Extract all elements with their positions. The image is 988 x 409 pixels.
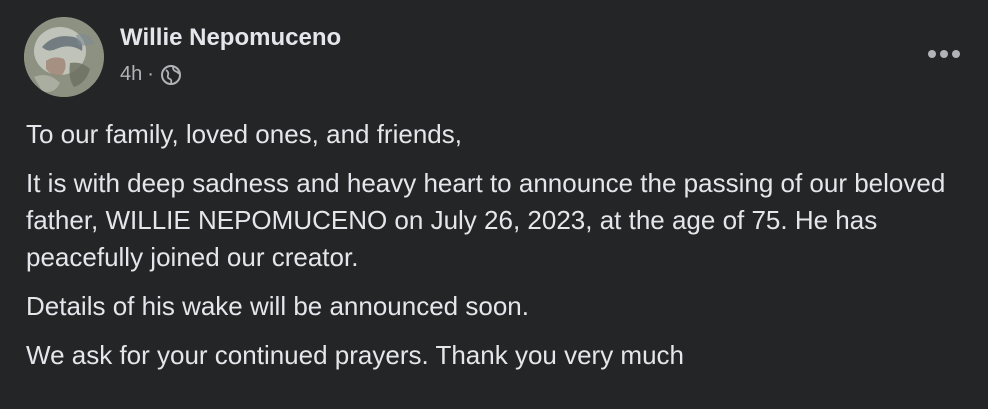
more-options-button[interactable] — [924, 35, 964, 75]
more-options-icon — [927, 46, 961, 64]
meta-separator: · — [147, 63, 154, 85]
post-header: Willie Nepomuceno 4h · — [24, 17, 964, 97]
post-paragraph: It is with deep sadness and heavy heart … — [26, 168, 946, 272]
post-paragraph: Details of his wake will be announced so… — [26, 291, 529, 321]
avatar[interactable] — [24, 17, 104, 97]
post-meta: 4h · — [120, 63, 182, 86]
post-body: To our family, loved ones, and friends, … — [26, 116, 966, 386]
post-card: Willie Nepomuceno 4h · To our family, lo… — [0, 0, 988, 409]
post-paragraph: To our family, loved ones, and friends, — [26, 119, 462, 149]
post-timestamp[interactable]: 4h — [120, 63, 142, 86]
author-name[interactable]: Willie Nepomuceno — [120, 24, 341, 52]
post-paragraph: We ask for your continued prayers. Thank… — [26, 340, 685, 370]
globe-icon[interactable] — [160, 64, 182, 86]
avatar-image — [24, 17, 104, 97]
